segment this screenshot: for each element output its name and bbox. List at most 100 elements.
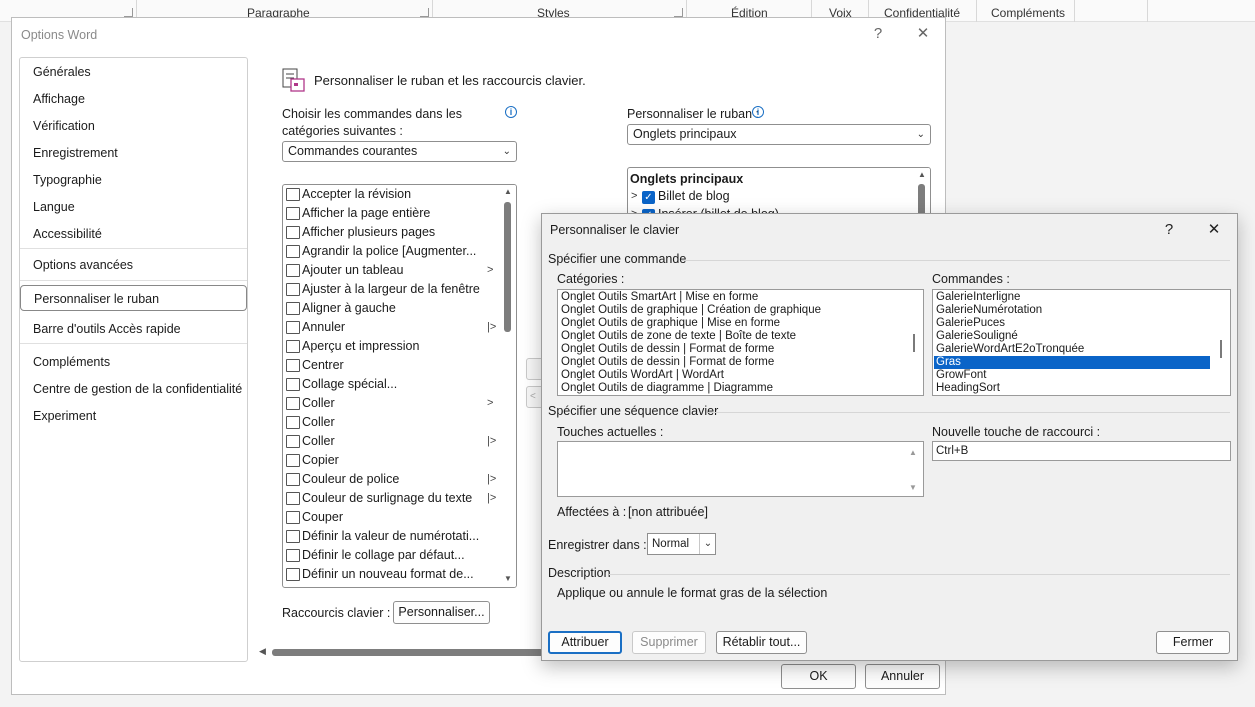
scroll-left-icon[interactable]: ◀ — [259, 646, 266, 657]
category-list-item[interactable]: Onglet Outils de diagramme | Diagramme — [561, 382, 773, 395]
current-keys-list[interactable]: ▲ ▼ — [557, 441, 924, 497]
assign-button[interactable]: Attribuer — [548, 631, 622, 654]
keyboard-command-list-item[interactable]: GalerieSouligné — [936, 330, 1018, 343]
command-list-item[interactable]: Annuler |> — [283, 318, 498, 337]
reset-all-button[interactable]: Rétablir tout... — [716, 631, 807, 654]
command-list-item[interactable]: Couleur de police |> — [283, 470, 498, 489]
info-icon[interactable]: i — [505, 106, 517, 118]
customize-shortcuts-button[interactable]: Personnaliser... — [393, 601, 490, 624]
dialog-title: Personnaliser le clavier — [550, 223, 680, 237]
horizontal-scrollbar-thumb[interactable] — [272, 649, 547, 656]
command-icon — [286, 435, 300, 448]
new-shortcut-value: Ctrl+B — [936, 445, 969, 457]
commands-list[interactable]: Accepter la révision Afficher la page ent… — [282, 184, 517, 588]
category-list-item[interactable]: Onglet Outils de graphique | Création de… — [561, 304, 821, 317]
command-list-item[interactable]: Ajouter un tableau > — [283, 261, 498, 280]
customize-keyboard-dialog: Personnaliser le clavier ? ✕ Spécifier u… — [541, 213, 1238, 661]
close-dialog-button[interactable]: Fermer — [1156, 631, 1230, 654]
close-button[interactable]: ✕ — [911, 23, 935, 45]
keyboard-command-list-item[interactable]: Gras — [934, 356, 1210, 369]
command-list-item[interactable]: Couper — [283, 508, 498, 527]
command-label: Coller — [302, 415, 335, 429]
nav-item-proofing[interactable]: Vérification — [20, 113, 247, 139]
nav-item-trust-center[interactable]: Centre de gestion de la confidentialité — [20, 376, 247, 402]
category-list-item[interactable]: Onglet Outils SmartArt | Mise en forme — [561, 291, 758, 304]
scroll-up-icon[interactable]: ▲ — [504, 187, 512, 196]
info-icon[interactable]: i — [752, 106, 764, 118]
command-list-item[interactable]: Couleur de surlignage du texte |> — [283, 489, 498, 508]
expand-icon[interactable]: > — [631, 190, 637, 202]
command-label: Afficher plusieurs pages — [302, 225, 436, 239]
command-list-item[interactable]: Centrer — [283, 356, 498, 375]
dialog-launcher-icon[interactable] — [124, 8, 133, 17]
customize-ribbon-select[interactable]: Onglets principaux ⌄ — [627, 124, 931, 145]
command-list-item[interactable]: Coller > — [283, 394, 498, 413]
nav-item-accessibility[interactable]: Accessibilité — [20, 221, 247, 247]
keyboard-command-list-item[interactable]: HeadingSort — [936, 382, 1000, 395]
scrollbar-thumb[interactable] — [1220, 340, 1222, 358]
command-label: Définir la valeur de numérotati... — [302, 529, 480, 543]
nav-item-experiment[interactable]: Experiment — [20, 403, 247, 429]
dialog-launcher-icon[interactable] — [674, 8, 683, 17]
scrollbar-thumb[interactable] — [913, 334, 915, 352]
close-button[interactable]: ✕ — [1202, 219, 1226, 241]
keyboard-command-list-item[interactable]: GalerieInterligne — [936, 291, 1020, 304]
keyboard-command-list-item[interactable]: GalerieNumérotation — [936, 304, 1042, 317]
nav-item-general[interactable]: Générales — [20, 59, 247, 85]
choose-commands-select[interactable]: Commandes courantes ⌄ — [282, 141, 517, 162]
category-list-item[interactable]: Onglet Outils de dessin | Format de form… — [561, 343, 774, 356]
keyboard-command-list-item[interactable]: GrowFont — [936, 369, 987, 382]
help-button[interactable]: ? — [1157, 219, 1181, 241]
scroll-up-icon[interactable]: ▲ — [909, 448, 917, 457]
new-shortcut-input[interactable]: Ctrl+B — [932, 441, 1231, 461]
categories-scrollbar[interactable] — [907, 290, 923, 395]
command-list-item[interactable]: Définir un nouveau format de... — [283, 565, 498, 584]
scroll-down-icon[interactable]: ▼ — [909, 483, 917, 492]
nav-item-customize-ribbon[interactable]: Personnaliser le ruban — [20, 285, 247, 311]
scroll-down-icon[interactable]: ▼ — [504, 574, 512, 583]
save-in-select[interactable]: Normal ⌄ — [647, 533, 716, 555]
dialog-launcher-icon[interactable] — [420, 8, 429, 17]
keyboard-commands-list[interactable]: GalerieInterligne GalerieNumérotation Gale… — [932, 289, 1231, 396]
nav-item-typography[interactable]: Typographie — [20, 167, 247, 193]
command-list-item[interactable]: Aperçu et impression — [283, 337, 498, 356]
command-list-item[interactable]: Aligner à gauche — [283, 299, 498, 318]
category-list-item[interactable]: Onglet Outils de zone de texte | Boîte d… — [561, 330, 796, 343]
command-list-item[interactable]: Agrandir la police [Augmenter... — [283, 242, 498, 261]
submenu-arrow-icon: |> — [487, 435, 497, 447]
chevron-down-icon[interactable]: ⌄ — [699, 534, 716, 554]
category-list-item[interactable]: Onglet Outils de graphique | Mise en for… — [561, 317, 780, 330]
checkbox-checked-icon[interactable]: ✓ — [642, 191, 655, 204]
nav-item-advanced[interactable]: Options avancées — [20, 252, 247, 278]
command-label: Ajuster à la largeur de la fenêtre — [302, 282, 480, 296]
command-list-item[interactable]: Collage spécial... — [283, 375, 498, 394]
command-list-item[interactable]: Accepter la révision — [283, 185, 498, 204]
categories-list[interactable]: Onglet Outils SmartArt | Mise en forme On… — [557, 289, 924, 396]
command-list-item[interactable]: Définir la valeur de numérotati... — [283, 527, 498, 546]
command-list-item[interactable]: Copier — [283, 451, 498, 470]
help-button[interactable]: ? — [866, 23, 890, 45]
cancel-button[interactable]: Annuler — [865, 664, 940, 689]
category-list-item[interactable]: Onglet Outils de dessin | Format de form… — [561, 356, 774, 369]
scroll-up-icon[interactable]: ▲ — [918, 170, 926, 179]
commands-scrollbar[interactable] — [1214, 290, 1230, 395]
command-list-item[interactable]: Ajuster à la largeur de la fenêtre — [283, 280, 498, 299]
command-list-item[interactable]: Coller |> — [283, 432, 498, 451]
commands-scrollbar[interactable]: ▲ ▼ — [500, 185, 516, 587]
ok-button[interactable]: OK — [781, 664, 856, 689]
scrollbar-thumb[interactable] — [504, 202, 511, 332]
keyboard-command-list-item[interactable]: GaleriePuces — [936, 317, 1005, 330]
nav-item-save[interactable]: Enregistrement — [20, 140, 247, 166]
command-list-item[interactable]: Coller — [283, 413, 498, 432]
nav-item-display[interactable]: Affichage — [20, 86, 247, 112]
command-list-item[interactable]: Afficher la page entière — [283, 204, 498, 223]
category-list-item[interactable]: Onglet Outils WordArt | WordArt — [561, 369, 724, 382]
command-list-item[interactable]: Afficher plusieurs pages — [283, 223, 498, 242]
nav-item-quick-access[interactable]: Barre d'outils Accès rapide — [20, 316, 247, 342]
keyboard-command-list-item[interactable]: GalerieWordArtE2oTronquée — [936, 343, 1084, 356]
nav-item-language[interactable]: Langue — [20, 194, 247, 220]
remove-button[interactable]: Supprimer — [632, 631, 706, 654]
command-list-item[interactable]: Définir le collage par défaut... — [283, 546, 498, 565]
nav-item-addins[interactable]: Compléments — [20, 349, 247, 375]
command-icon — [286, 264, 300, 277]
